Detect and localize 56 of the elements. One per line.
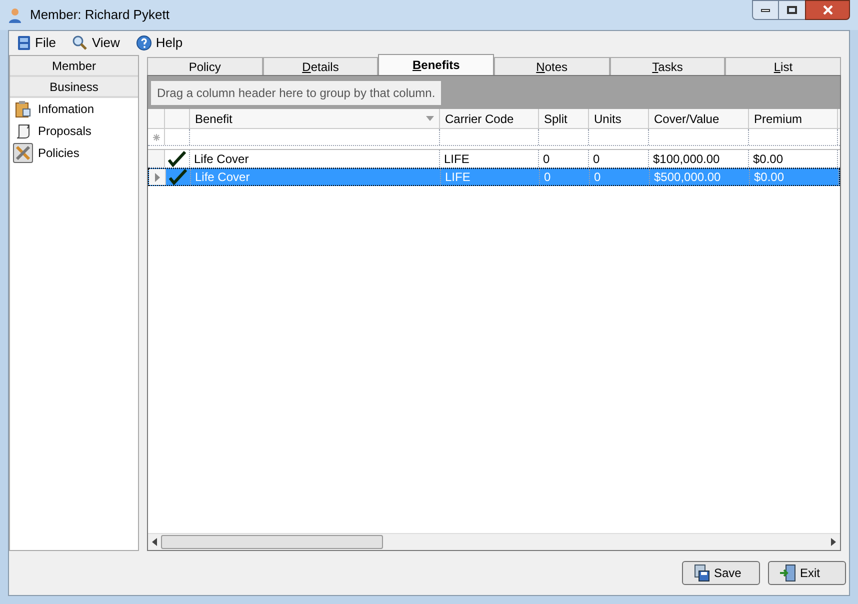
- table-cell: Life Cover: [190, 150, 440, 167]
- window-title: Member: Richard Pykett: [30, 6, 170, 24]
- scroll-left-icon: [152, 538, 157, 546]
- table-cell: 0: [540, 169, 590, 185]
- sort-arrow-icon: [426, 116, 434, 121]
- column-header[interactable]: Benefit: [190, 109, 440, 128]
- tab[interactable]: Benefits: [378, 54, 494, 75]
- user-icon: [8, 7, 22, 23]
- scrollbar-thumb[interactable]: [161, 535, 383, 549]
- menu-item[interactable]: View: [72, 33, 120, 53]
- table-cell: 0: [589, 150, 649, 167]
- sidebar-section-button[interactable]: Member: [10, 56, 138, 77]
- table-cell: $100,000.00: [649, 150, 749, 167]
- maximize-button[interactable]: [779, 0, 805, 20]
- sidebar-item[interactable]: Policies: [13, 144, 135, 162]
- table-cell: $0.00: [750, 169, 839, 185]
- exit-door-icon: [779, 564, 797, 582]
- column-header[interactable]: Premium: [749, 109, 838, 128]
- table-cell: $500,000.00: [650, 169, 750, 185]
- tab[interactable]: Details: [262, 57, 378, 75]
- tools-icon: [14, 144, 32, 162]
- group-by-hint: Drag a column header here to group by that column.: [151, 80, 442, 104]
- column-header[interactable]: Cover/Value: [649, 109, 749, 128]
- table-cell: $0.00: [749, 150, 838, 167]
- menu-item[interactable]: File: [17, 33, 56, 53]
- magnifier-icon: [72, 35, 88, 51]
- minimize-button[interactable]: [752, 0, 779, 20]
- sidebar-item[interactable]: Infomation: [13, 100, 135, 118]
- tab[interactable]: List: [725, 57, 842, 75]
- column-header[interactable]: Split: [539, 109, 589, 128]
- table-cell: LIFE: [441, 169, 540, 185]
- tab[interactable]: Policy: [147, 57, 263, 75]
- clipboard-icon: [14, 100, 32, 118]
- dialog-button[interactable]: Exit: [768, 561, 846, 585]
- scroll-icon: [14, 122, 32, 140]
- cabinet-icon: [17, 35, 31, 51]
- horizontal-scrollbar[interactable]: [148, 533, 840, 550]
- tab[interactable]: Tasks: [610, 57, 726, 75]
- column-header[interactable]: Units: [589, 109, 649, 128]
- sidebar-item[interactable]: Proposals: [13, 122, 135, 140]
- close-button[interactable]: [805, 0, 850, 20]
- close-icon: [822, 5, 832, 15]
- row-pointer-icon: [154, 172, 160, 182]
- table-cell: Life Cover: [191, 169, 441, 185]
- table-cell: 0: [539, 150, 589, 167]
- column-header[interactable]: Carrier Code: [440, 109, 539, 128]
- table-cell: 0: [590, 169, 650, 185]
- tab[interactable]: Notes: [494, 57, 610, 75]
- save-icon: [693, 564, 711, 582]
- table-cell: LIFE: [440, 150, 539, 167]
- scroll-right-icon: [831, 538, 836, 546]
- dialog-button[interactable]: Save: [682, 561, 760, 585]
- new-row-icon: [152, 134, 160, 140]
- menu-item[interactable]: Help: [136, 33, 183, 53]
- help-icon: [136, 35, 152, 51]
- sidebar-section-button[interactable]: Business: [10, 77, 138, 98]
